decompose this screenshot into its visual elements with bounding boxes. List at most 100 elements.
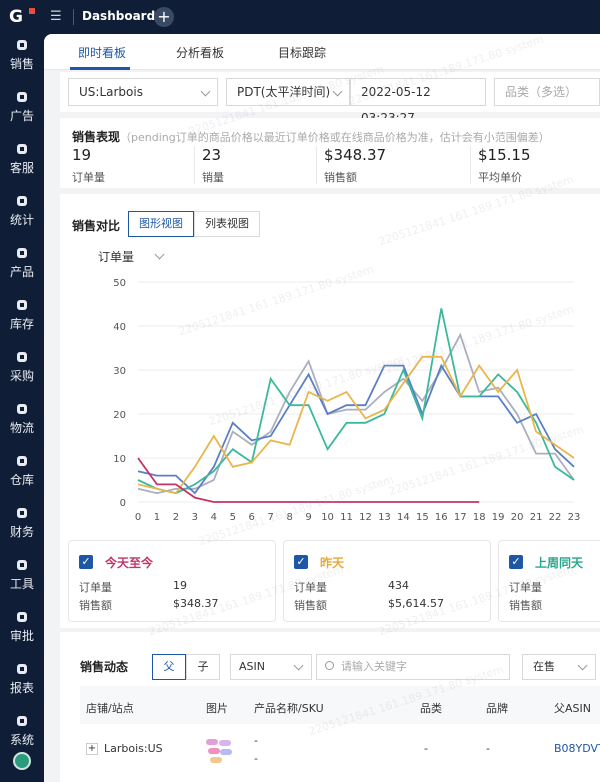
kpi-avg-price: $15.15 平均单价 [478,146,598,185]
sidebar-item-label: 报表 [9,681,34,695]
col-brand: 品牌 [486,702,508,715]
x-tick-label: 19 [492,512,505,523]
x-tick-label: 6 [249,512,255,523]
sidebar-item-2[interactable]: 客服 [0,142,44,182]
x-tick-label: 12 [359,512,372,523]
chat-icon [17,144,27,154]
sidebar-item-label: 广告 [9,109,34,123]
tab-realtime[interactable]: 即时看板 [78,44,126,61]
truck-icon [17,404,27,414]
sidebar-item-12[interactable]: 报表 [0,662,44,702]
sidebar-item-8[interactable]: 仓库 [0,454,44,494]
sales-performance-title: 销售表现（pending订单的商品价格以最近订单价格或在线商品价格为准，估计会有… [72,128,600,145]
sidebar-item-label: 审批 [9,629,34,643]
sidebar-item-13[interactable]: 系统 [0,714,44,754]
topbar-divider [73,9,74,25]
stats-icon [17,196,27,206]
row-product-name: - [254,734,258,747]
collapse-menu-icon[interactable]: ☰ [50,10,64,24]
store-icon [17,300,27,310]
y-tick-label: 0 [120,498,126,509]
list-view-button[interactable]: 列表视图 [194,211,260,237]
x-tick-label: 9 [305,512,311,523]
kpi-value: 23 [202,146,222,164]
approval-icon [17,612,27,622]
sidebar-item-label: 工具 [9,577,34,591]
parent-toggle-button[interactable]: 父 [152,654,186,680]
kpi-label: 订单量 [72,171,105,184]
status-select-value: 在售 [533,660,555,673]
app-logo[interactable]: G [9,8,35,26]
series-name: 昨天 [320,556,345,570]
kpi-label: 销量 [202,171,224,184]
timezone-select-value: PDT(太平洋时间) [237,85,331,99]
tab-target[interactable]: 目标跟踪 [278,44,326,61]
datetime-field[interactable]: 2022-05-12 03:23:27 [350,78,486,125]
series-checkbox[interactable]: ✓ [509,555,523,569]
series-checkbox[interactable]: ✓ [79,555,93,569]
chart-view-button[interactable]: 图形视图 [128,211,194,237]
sales-label: 销售额 [79,599,112,612]
sidebar-item-label: 库存 [9,317,34,331]
category-placeholder: 品类（多选） [505,85,578,99]
sidebar-item-1[interactable]: 广告 [0,90,44,130]
series-checkbox[interactable]: ✓ [294,555,308,569]
row-category: - [424,742,428,755]
sales-label: 销售额 [509,599,542,612]
sales-icon [17,40,27,50]
row-parent-asin-link[interactable]: B08YDVTZ [554,742,600,755]
sidebar-item-10[interactable]: 工具 [0,558,44,598]
metric-select[interactable]: 订单量 [98,248,165,265]
sidebar-item-label: 财务 [9,525,34,539]
add-tab-button[interactable]: + [154,7,174,27]
keyword-search-input[interactable]: 请输入关键字 [316,654,510,680]
kpi-divider [470,146,471,184]
active-tab-indicator [70,67,130,70]
sidebar-item-7[interactable]: 物流 [0,402,44,442]
legend-card: ✓ 昨天 订单量 434 销售额 $5,614.57 [283,540,491,622]
asin-select[interactable]: ASIN [230,654,312,680]
kpi-revenue: $348.37 销售额 [324,146,444,185]
legend-card: ✓ 今天至今 订单量 19 销售额 $348.37 [68,540,276,622]
col-product: 产品名称/SKU [254,702,324,715]
x-tick-label: 17 [454,512,467,523]
sidebar-item-6[interactable]: 采购 [0,350,44,390]
sales-label: 销售额 [294,599,327,612]
store-select[interactable]: US:Larbois [68,78,218,106]
y-tick-label: 20 [113,410,126,421]
sidebar-item-9[interactable]: 财务 [0,506,44,546]
sidebar-item-0[interactable]: 销售 [0,38,44,78]
sidebar-item-3[interactable]: 统计 [0,194,44,234]
status-select[interactable]: 在售 [522,654,596,680]
tab-dashboard[interactable]: Dashboard [82,9,155,23]
comparison-title: 销售对比 [72,219,121,233]
x-tick-label: 5 [230,512,236,523]
kpi-value: 19 [72,146,92,164]
sidebar-item-5[interactable]: 库存 [0,298,44,338]
sidebar-item-label: 采购 [9,369,34,383]
orders-label: 订单量 [509,581,542,594]
product-thumbnail[interactable] [204,736,234,766]
x-tick-label: 10 [321,512,334,523]
kpi-label: 平均单价 [478,171,522,184]
product-image-icon [206,739,232,763]
category-multi-select[interactable]: 品类（多选） [494,78,600,106]
x-tick-label: 8 [286,512,292,523]
sales-dynamics-title: 销售动态 [80,660,129,674]
child-toggle-button[interactable]: 子 [186,654,220,680]
search-placeholder: 请输入关键字 [341,660,407,673]
sidebar-item-4[interactable]: 产品 [0,246,44,286]
store-select-value: US:Larbois [79,85,143,99]
sidebar-item-11[interactable]: 审批 [0,610,44,650]
sidebar-item-label: 产品 [9,265,34,279]
x-tick-label: 7 [268,512,274,523]
kpi-divider [316,146,317,184]
legend-card: ✓ 上周同天 订单量 销售额 [498,540,600,622]
money-bag-icon [17,508,27,518]
tab-analysis[interactable]: 分析看板 [176,44,224,61]
expand-row-button[interactable]: + [86,743,98,755]
x-tick-label: 0 [135,512,141,523]
avatar[interactable] [13,752,31,770]
series-name: 今天至今 [105,556,154,570]
timezone-select[interactable]: PDT(太平洋时间) [226,78,350,106]
